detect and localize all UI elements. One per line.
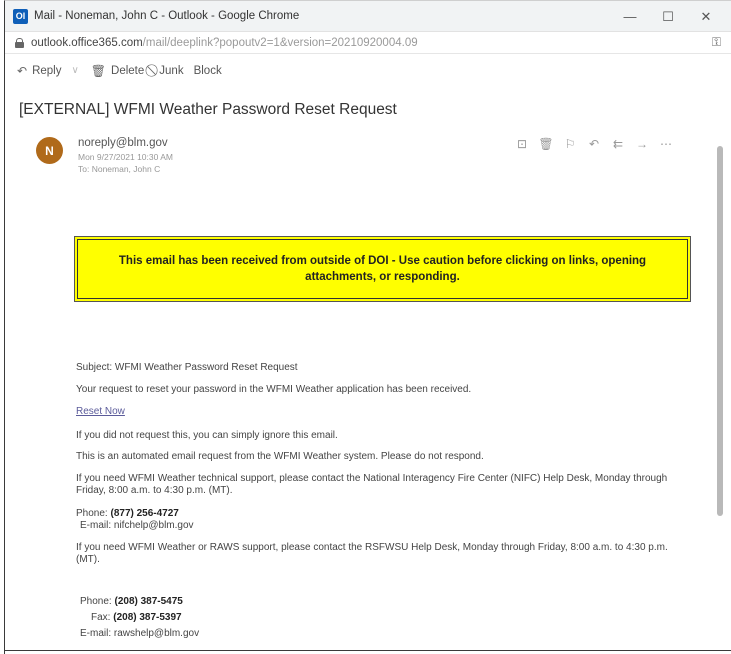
body-line-ignore: If you did not request this, you can sim… bbox=[76, 430, 338, 441]
message-subject: [EXTERNAL] WFMI Weather Password Reset R… bbox=[19, 101, 397, 118]
delete-label: Delete bbox=[111, 64, 145, 77]
reply-all-icon[interactable]: ⇇ bbox=[606, 137, 630, 151]
raws-fax: Fax: (208) 387-5397 bbox=[91, 612, 182, 623]
sender-header: N noreply@blm.gov Mon 9/27/2021 10:30 AM… bbox=[5, 137, 731, 219]
block-label: Block bbox=[193, 64, 222, 77]
reply-dropdown-chevron-icon[interactable]: ∨ bbox=[71, 65, 78, 76]
address-bar[interactable]: outlook.office365.com/mail/deeplink?popo… bbox=[5, 32, 731, 54]
body-line-request: Your request to reset your password in t… bbox=[76, 384, 472, 395]
raws-phone-number: (208) 387-5475 bbox=[114, 596, 183, 607]
reply-icon: ↶ bbox=[17, 63, 28, 78]
maximize-button[interactable]: ☐ bbox=[649, 1, 687, 32]
reply-label: Reply bbox=[32, 64, 62, 77]
body-line-nifc-support: If you need WFMI Weather technical suppo… bbox=[76, 473, 668, 496]
title-bar: Ol Mail - Noneman, John C - Outlook - Go… bbox=[5, 1, 731, 32]
warning-text: This email has been received from outsid… bbox=[77, 239, 688, 299]
reset-now-link[interactable]: Reset Now bbox=[76, 406, 125, 417]
delete-button[interactable]: 🗑 Delete bbox=[91, 64, 144, 78]
sender-email[interactable]: noreply@blm.gov bbox=[78, 137, 168, 149]
immersive-reader-icon[interactable]: ⊡ bbox=[510, 137, 534, 151]
nifc-phone-number: (877) 256-4727 bbox=[110, 508, 179, 519]
window-bottom-border bbox=[4, 650, 731, 651]
report-icon[interactable]: ⚐ bbox=[558, 137, 582, 151]
more-options-icon[interactable]: ⋯ bbox=[654, 137, 678, 151]
nifc-email: E-mail: nifchelp@blm.gov bbox=[80, 520, 194, 531]
body-line-automated: This is an automated email request from … bbox=[76, 451, 484, 462]
lock-icon[interactable] bbox=[15, 37, 24, 48]
window-title: Mail - Noneman, John C - Outlook - Googl… bbox=[34, 10, 300, 22]
url-host: outlook.office365.com bbox=[31, 36, 143, 49]
scrollbar-thumb[interactable] bbox=[717, 146, 723, 516]
message-date: Mon 9/27/2021 10:30 AM bbox=[78, 152, 173, 162]
forward-icon[interactable]: → bbox=[630, 137, 654, 151]
raws-phone-label: Phone: bbox=[80, 596, 112, 607]
close-button[interactable]: ✕ bbox=[687, 1, 725, 32]
raws-fax-number: (208) 387-5397 bbox=[113, 612, 182, 623]
key-icon[interactable]: ⚿ bbox=[712, 35, 721, 50]
junk-label: Junk bbox=[159, 64, 184, 77]
delete-icon[interactable]: 🗑 bbox=[534, 137, 558, 151]
message-actions: ⊡ 🗑 ⚐ ↶ ⇇ → ⋯ bbox=[510, 137, 678, 151]
nifc-phone: Phone: (877) 256-4727 bbox=[76, 508, 179, 519]
junk-button[interactable]: ⃠ Junk bbox=[154, 63, 183, 78]
avatar[interactable]: N bbox=[36, 137, 63, 164]
reply-button[interactable]: ↶ Reply bbox=[17, 64, 61, 78]
reply-icon[interactable]: ↶ bbox=[582, 137, 606, 151]
outlook-icon: Ol bbox=[13, 8, 28, 24]
raws-email: E-mail: rawshelp@blm.gov bbox=[80, 628, 200, 639]
nifc-phone-label: Phone: bbox=[76, 508, 108, 519]
raws-phone: Phone: (208) 387-5475 bbox=[80, 596, 183, 607]
external-warning-banner: This email has been received from outsid… bbox=[74, 236, 691, 302]
url-path: /mail/deeplink?popoutv2=1&version=202109… bbox=[142, 36, 418, 49]
minimize-button[interactable]: — bbox=[611, 1, 649, 32]
body-subject: Subject: WFMI Weather Password Reset Req… bbox=[76, 362, 298, 373]
raws-fax-label: Fax: bbox=[91, 612, 111, 623]
body-line-raws-support: If you need WFMI Weather or RAWS support… bbox=[76, 542, 668, 565]
message-recipient: To: Noneman, John C bbox=[78, 164, 161, 174]
window-controls: — ☐ ✕ bbox=[611, 1, 725, 32]
trash-icon: 🗑 bbox=[90, 63, 107, 78]
message-toolbar: ↶ Reply ∨ 🗑 Delete ⃠ Junk Block bbox=[5, 54, 731, 87]
url-text[interactable]: outlook.office365.com/mail/deeplink?popo… bbox=[31, 37, 418, 49]
block-button[interactable]: Block bbox=[194, 65, 222, 77]
